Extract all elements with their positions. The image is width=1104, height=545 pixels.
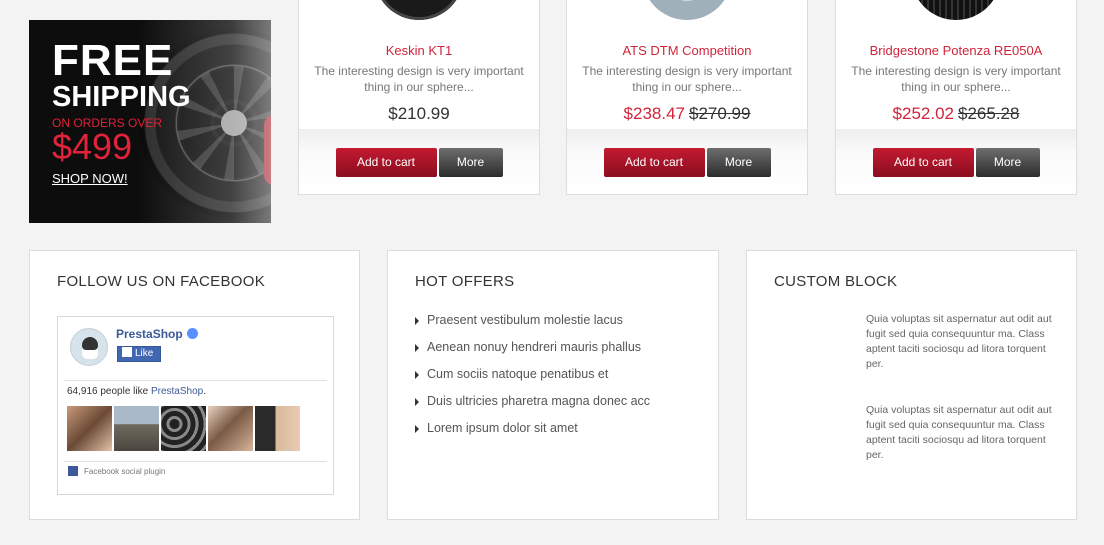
facebook-widget: PrestaShop Like 64,916 people like Prest… bbox=[57, 316, 334, 495]
fan-avatar[interactable] bbox=[161, 406, 206, 451]
hot-offers-block: HOT OFFERS Praesent vestibulum molestie … bbox=[387, 250, 719, 520]
likes-count: 64,916 people like PrestaShop. bbox=[67, 386, 206, 397]
offer-link[interactable]: Duis ultricies pharetra magna donec acc bbox=[415, 394, 650, 421]
offer-link[interactable]: Praesent vestibulum molestie lacus bbox=[415, 313, 650, 340]
custom-paragraph: Quia voluptas sit aspernatur aut odit au… bbox=[866, 313, 1052, 370]
product-prices: $252.02 $265.28 bbox=[836, 104, 1076, 124]
like-label: Like bbox=[135, 348, 154, 359]
tire-icon bbox=[911, 0, 1001, 20]
add-to-cart-button[interactable]: Add to cart bbox=[335, 148, 437, 177]
custom-block: CUSTOM BLOCK Quia voluptas sit aspernatu… bbox=[746, 250, 1077, 520]
product-description: The interesting design is very important… bbox=[851, 64, 1061, 94]
likes-count-prefix: 64,916 people like bbox=[67, 386, 151, 397]
thumbs-up-icon bbox=[122, 347, 132, 357]
fan-avatar[interactable] bbox=[114, 406, 159, 451]
banner-headline-shipping: SHIPPING bbox=[52, 81, 191, 113]
product-card: ATS DTM Competition The interesting desi… bbox=[566, 0, 808, 195]
offer-link[interactable]: Lorem ipsum dolor sit amet bbox=[415, 421, 650, 448]
product-card: Bridgestone Potenza RE050A The interesti… bbox=[835, 0, 1077, 195]
offer-link[interactable]: Cum sociis natoque penatibus et bbox=[415, 367, 650, 394]
plugin-text: Facebook social plugin bbox=[84, 467, 166, 476]
divider bbox=[64, 380, 327, 381]
hot-offers-list: Praesent vestibulum molestie lacus Aenea… bbox=[415, 313, 650, 448]
fan-avatar[interactable] bbox=[67, 406, 112, 451]
block-title: CUSTOM BLOCK bbox=[774, 273, 898, 290]
facebook-like-button[interactable]: Like bbox=[117, 346, 161, 362]
product-description: The interesting design is very important… bbox=[582, 64, 792, 94]
more-button[interactable]: More bbox=[438, 148, 503, 177]
custom-paragraph: Quia voluptas sit aspernatur aut odit au… bbox=[866, 404, 1052, 461]
product-sale-price: $238.47 bbox=[623, 104, 685, 123]
fan-photos bbox=[67, 406, 302, 451]
product-old-price: $265.28 bbox=[958, 104, 1020, 123]
prestashop-avatar[interactable] bbox=[70, 328, 108, 366]
more-button[interactable]: More bbox=[706, 148, 771, 177]
banner-headline-free: FREE bbox=[52, 36, 174, 85]
wheel-icon bbox=[642, 0, 732, 20]
banner-amount: $499 bbox=[52, 126, 133, 167]
facebook-plugin-label: Facebook social plugin bbox=[68, 466, 165, 476]
shop-now-link[interactable]: SHOP NOW! bbox=[52, 171, 191, 186]
product-prices: $210.99 bbox=[299, 104, 539, 124]
product-price: $210.99 bbox=[388, 104, 450, 123]
product-actions: Add to cart More bbox=[299, 148, 539, 177]
product-actions: Add to cart More bbox=[836, 148, 1076, 177]
page-link[interactable]: PrestaShop bbox=[151, 386, 203, 397]
product-name[interactable]: ATS DTM Competition bbox=[567, 43, 807, 58]
wheel-icon bbox=[374, 0, 464, 20]
product-description: The interesting design is very important… bbox=[314, 64, 524, 94]
fan-avatar[interactable] bbox=[255, 406, 300, 451]
facebook-page-name[interactable]: PrestaShop bbox=[116, 327, 198, 341]
product-image[interactable] bbox=[567, 0, 807, 30]
facebook-block: FOLLOW US ON FACEBOOK PrestaShop Like 64… bbox=[29, 250, 360, 520]
product-card: Keskin KT1 The interesting design is ver… bbox=[298, 0, 540, 195]
product-prices: $238.47 $270.99 bbox=[567, 104, 807, 124]
banner-text: FREE SHIPPING ON ORDERS OVER $499 SHOP N… bbox=[52, 36, 191, 187]
block-title: HOT OFFERS bbox=[415, 273, 515, 290]
product-image[interactable] bbox=[836, 0, 1076, 30]
facebook-icon bbox=[68, 466, 78, 476]
verified-icon bbox=[186, 328, 198, 339]
offer-link[interactable]: Aenean nonuy hendreri mauris phallus bbox=[415, 340, 650, 367]
more-button[interactable]: More bbox=[975, 148, 1040, 177]
free-shipping-banner[interactable]: FREE SHIPPING ON ORDERS OVER $499 SHOP N… bbox=[29, 20, 271, 223]
page-name-text[interactable]: PrestaShop bbox=[116, 327, 183, 341]
product-sale-price: $252.02 bbox=[892, 104, 954, 123]
fan-avatar[interactable] bbox=[208, 406, 253, 451]
product-actions: Add to cart More bbox=[567, 148, 807, 177]
product-old-price: $270.99 bbox=[689, 104, 751, 123]
product-name[interactable]: Keskin KT1 bbox=[299, 43, 539, 58]
add-to-cart-button[interactable]: Add to cart bbox=[872, 148, 974, 177]
block-title: FOLLOW US ON FACEBOOK bbox=[57, 273, 266, 290]
product-image[interactable] bbox=[299, 0, 539, 30]
divider bbox=[64, 461, 327, 462]
product-name[interactable]: Bridgestone Potenza RE050A bbox=[836, 43, 1076, 58]
add-to-cart-button[interactable]: Add to cart bbox=[603, 148, 705, 177]
likes-count-suffix: . bbox=[203, 386, 207, 397]
